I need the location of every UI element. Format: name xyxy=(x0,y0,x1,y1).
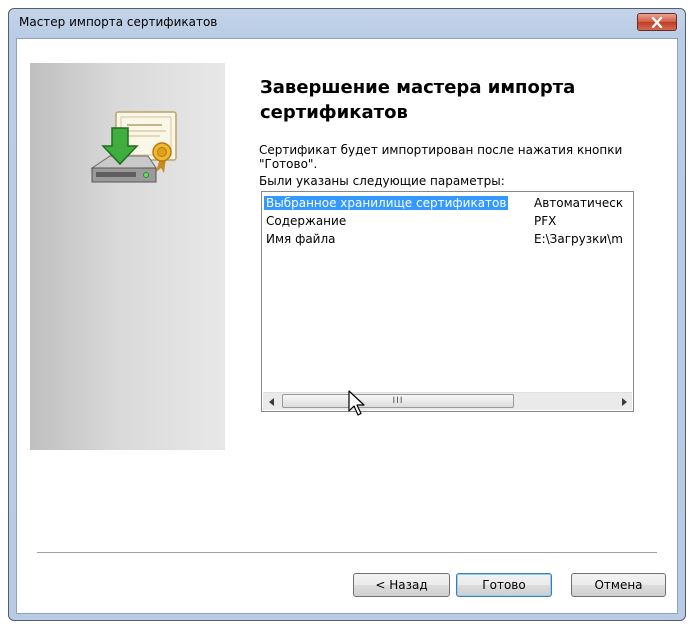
title-bar[interactable]: Мастер импорта сертификатов xyxy=(9,9,685,37)
cancel-button[interactable]: Отмена xyxy=(571,573,666,597)
mouse-cursor-icon xyxy=(348,390,365,416)
scroll-left-button[interactable] xyxy=(263,393,280,410)
scroll-right-button[interactable] xyxy=(615,393,632,410)
param-value: E:\Загрузки\m xyxy=(534,232,623,246)
page-title: Завершение мастера импорта сертификатов xyxy=(260,77,576,123)
close-button[interactable] xyxy=(637,13,677,31)
dialog-window: Мастер импорта сертификатов Завершение м… xyxy=(8,8,686,621)
button-separator xyxy=(37,552,657,553)
finish-button[interactable]: Готово xyxy=(456,573,552,597)
window-title: Мастер импорта сертификатов xyxy=(19,15,218,29)
completion-description: Сертификат будет импортирован после нажа… xyxy=(259,143,623,171)
dialog-content: Завершение мастера импорта сертификатов … xyxy=(16,38,678,614)
list-item[interactable]: Содержание PFX xyxy=(264,212,633,230)
params-list[interactable]: Выбранное хранилище сертификатов Автомат… xyxy=(261,191,634,412)
scroll-grip: III xyxy=(392,396,404,406)
horizontal-scrollbar[interactable]: III xyxy=(263,392,632,410)
param-name: Имя файла xyxy=(266,232,336,246)
back-button[interactable]: < Назад xyxy=(353,573,450,597)
param-name: Содержание xyxy=(266,214,347,228)
scroll-thumb[interactable]: III xyxy=(282,394,514,408)
close-icon xyxy=(651,16,663,28)
arrow-left-icon xyxy=(268,397,274,406)
list-item[interactable]: Выбранное хранилище сертификатов Автомат… xyxy=(264,194,633,212)
list-item[interactable]: Имя файла E:\Загрузки\m xyxy=(264,230,633,248)
params-label: Были указаны следующие параметры: xyxy=(259,174,505,188)
certificate-install-icon xyxy=(90,111,177,183)
param-value: PFX xyxy=(534,214,557,228)
param-value: Автоматическ xyxy=(534,196,624,210)
param-name: Выбранное хранилище сертификатов xyxy=(264,196,509,210)
arrow-right-icon xyxy=(621,397,627,406)
